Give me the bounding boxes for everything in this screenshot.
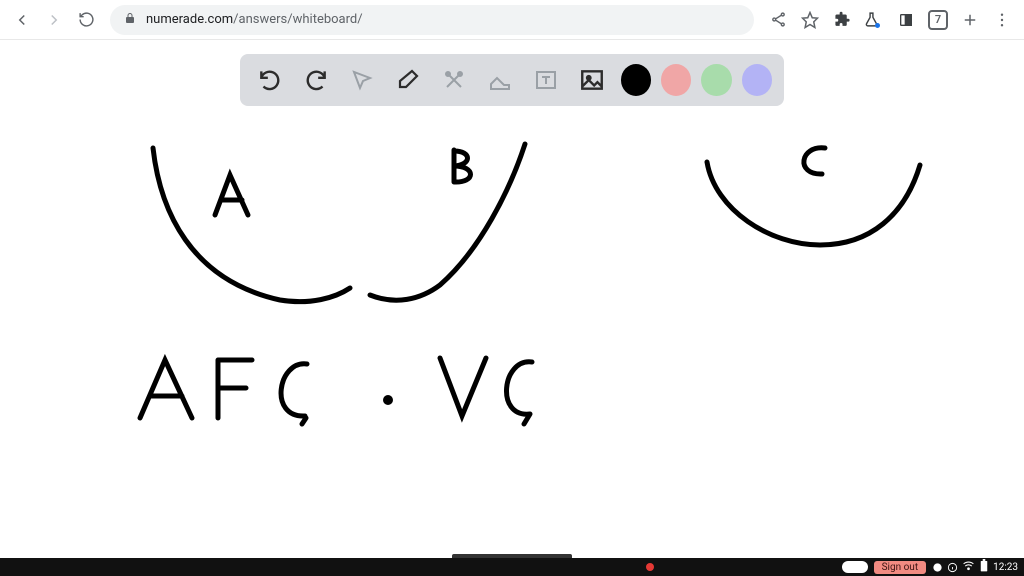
url-path: /answers/whiteboard/ [233, 12, 362, 27]
share-icon[interactable] [764, 6, 792, 34]
color-swatch-black[interactable] [621, 64, 651, 96]
kebab-menu-icon[interactable] [988, 6, 1016, 34]
new-tab-plus-icon[interactable] [956, 6, 984, 34]
stroke-B [454, 150, 471, 182]
stroke-VC [440, 358, 532, 424]
reload-button[interactable] [72, 6, 100, 34]
tab-count[interactable]: 7 [924, 6, 952, 34]
labs-flask-icon[interactable] [860, 6, 888, 34]
redo-button[interactable] [298, 61, 334, 99]
bookmark-star-icon[interactable] [796, 6, 824, 34]
tools-crossed-icon[interactable] [436, 61, 472, 99]
color-swatch-red[interactable] [661, 64, 691, 96]
stroke-A [215, 175, 248, 215]
system-shelf: Sign out 12:23 [0, 558, 1024, 576]
url-text: numerade.com/answers/whiteboard/ [146, 12, 363, 27]
reading-list-icon[interactable] [892, 6, 920, 34]
battery-icon [979, 559, 989, 575]
tab-count-value: 7 [935, 13, 941, 26]
eraser-tool[interactable] [390, 61, 426, 99]
stroke-C [804, 148, 825, 174]
wifi-icon [962, 559, 975, 575]
drawing-layer [0, 40, 1024, 558]
whiteboard-toolbar [240, 54, 784, 106]
page-content [0, 40, 1024, 558]
whiteboard-canvas[interactable] [0, 40, 1024, 558]
notifications-icon [932, 562, 943, 573]
pointer-tool[interactable] [344, 61, 380, 99]
shelf-pill[interactable] [842, 561, 868, 573]
image-tool[interactable] [574, 61, 610, 99]
clear-tool[interactable] [482, 61, 518, 99]
stroke-curve-left-right [370, 144, 525, 300]
stroke-dot [386, 398, 391, 403]
address-bar[interactable]: numerade.com/answers/whiteboard/ [110, 5, 754, 35]
forward-button[interactable] [40, 6, 68, 34]
stroke-curve-left [153, 148, 350, 302]
color-swatch-purple[interactable] [742, 64, 772, 96]
recording-indicator-icon[interactable] [646, 563, 654, 571]
lock-icon [124, 12, 136, 28]
sign-out-button[interactable]: Sign out [874, 561, 926, 574]
back-button[interactable] [8, 6, 36, 34]
browser-toolbar: numerade.com/answers/whiteboard/ 7 [0, 0, 1024, 40]
info-icon [947, 562, 958, 573]
color-swatch-green[interactable] [701, 64, 731, 96]
chrome-actions: 7 [764, 6, 1016, 34]
status-tray[interactable]: 12:23 [932, 559, 1018, 575]
stroke-AFC [140, 360, 307, 424]
extensions-icon[interactable] [828, 6, 856, 34]
undo-button[interactable] [252, 61, 288, 99]
clock: 12:23 [993, 562, 1018, 573]
text-box-tool[interactable] [528, 61, 564, 99]
url-domain: numerade.com [146, 12, 233, 27]
